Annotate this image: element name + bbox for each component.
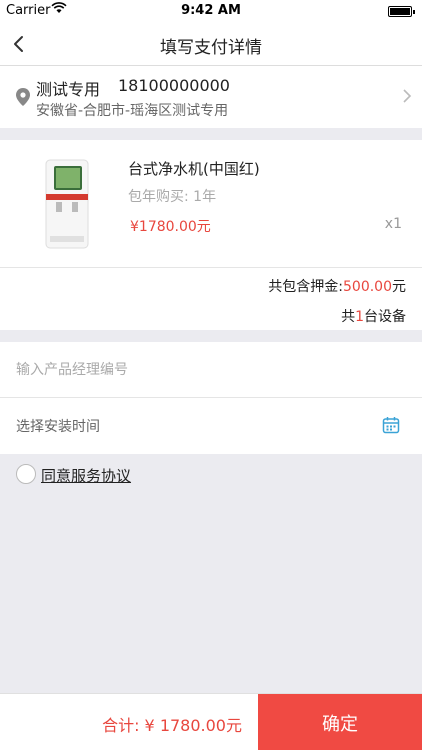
deposit-prefix: 共包含押金: bbox=[268, 279, 343, 295]
status-bar: Carrier 9:42 AM bbox=[0, 0, 422, 22]
nav-bar: 填写支付详情 bbox=[0, 22, 422, 66]
address-card[interactable]: 测试专用 18100000000 安徽省-合肥市-瑶海区测试专用 bbox=[0, 66, 422, 194]
manager-id-input[interactable] bbox=[16, 358, 356, 382]
product-name: 台式净水机(中国红) bbox=[128, 160, 260, 178]
clock: 9:42 AM bbox=[181, 3, 241, 18]
deposit-total: 共包含押金:500.00元 bbox=[268, 276, 406, 296]
location-pin-icon bbox=[16, 88, 30, 110]
order-total: 合计: ¥ 1780.00元 bbox=[102, 716, 242, 735]
service-agreement-link[interactable]: 同意服务协议 bbox=[41, 465, 131, 486]
agreement-checkbox[interactable] bbox=[16, 464, 36, 484]
order-form: 选择安装时间 bbox=[0, 342, 422, 454]
count-suffix: 台设备 bbox=[364, 309, 406, 325]
battery-icon bbox=[388, 6, 415, 17]
recipient-phone: 18100000000 bbox=[118, 76, 230, 95]
product-price: ¥1780.00元 bbox=[130, 219, 211, 235]
confirm-button[interactable]: 确定 bbox=[258, 694, 422, 750]
device-count: 共1台设备 bbox=[341, 306, 406, 326]
recipient-name: 测试专用 bbox=[36, 80, 101, 99]
water-purifier-image bbox=[44, 158, 90, 250]
purchase-plan: 包年购买: 1年 bbox=[128, 189, 217, 205]
install-time-label: 选择安装时间 bbox=[16, 419, 100, 435]
count-prefix: 共 bbox=[341, 309, 356, 325]
product-quantity: x1 bbox=[384, 216, 402, 232]
manager-row bbox=[0, 342, 422, 398]
product-item: 台式净水机(中国红) 包年购买: 1年 ¥1780.00元 x1 bbox=[0, 140, 422, 268]
calendar-icon[interactable] bbox=[382, 416, 400, 438]
page-title: 填写支付详情 bbox=[160, 38, 262, 58]
recipient-address: 安徽省-合肥市-瑶海区测试专用 bbox=[36, 103, 229, 119]
chevron-right-icon bbox=[402, 88, 412, 108]
deposit-unit: 元 bbox=[392, 279, 406, 295]
deposit-amount: 500.00 bbox=[343, 279, 392, 295]
install-time-row[interactable]: 选择安装时间 bbox=[0, 398, 422, 454]
order-summary: 共包含押金:500.00元 共1台设备 bbox=[0, 268, 422, 330]
checkout-bar: 合计: ¥ 1780.00元 确定 bbox=[0, 693, 422, 750]
count-value: 1 bbox=[355, 309, 364, 325]
